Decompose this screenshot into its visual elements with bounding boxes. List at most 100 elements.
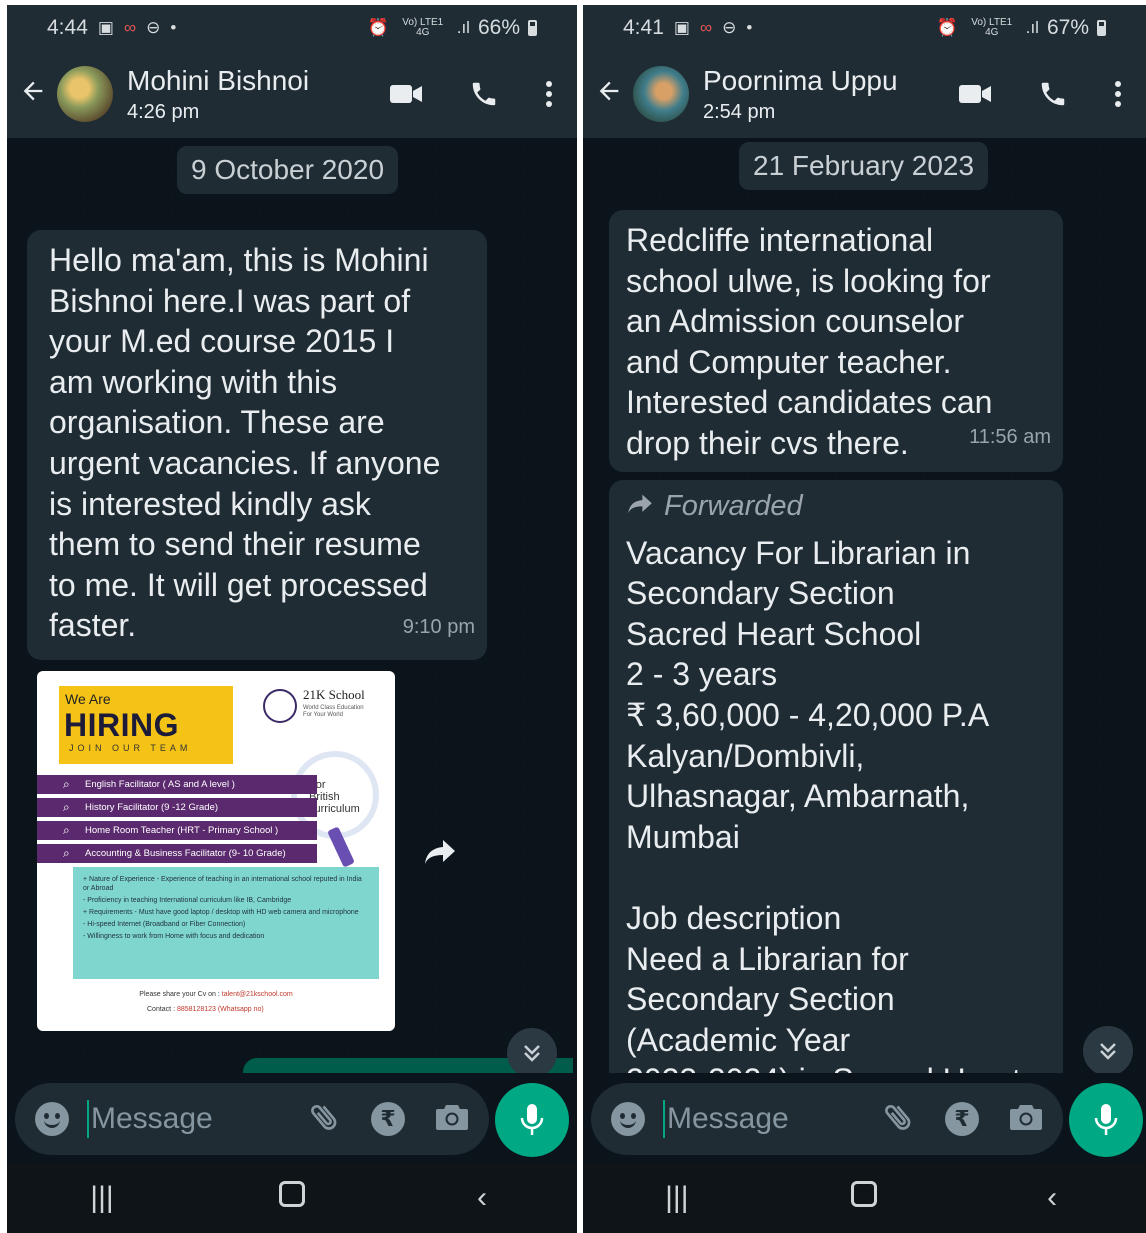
poster-requirement: - Hi-speed Internet (Broadband or Fiber … xyxy=(83,921,246,928)
emoji-icon[interactable] xyxy=(35,1102,69,1136)
poster-share-prefix: Please share your Cv on : xyxy=(139,991,220,998)
text-caret xyxy=(663,1100,665,1138)
battery-icon xyxy=(528,19,537,36)
text-caret xyxy=(87,1100,89,1138)
alarm-icon: ⏰ xyxy=(367,17,389,37)
hiring-poster-image[interactable]: We Are HIRING JOIN OUR TEAM 21K School W… xyxy=(37,671,395,1031)
poster-roles: English Facilitator ( AS and A level ) H… xyxy=(37,775,317,867)
rupee-icon[interactable]: ₹ xyxy=(371,1102,405,1136)
video-call-icon[interactable] xyxy=(958,82,992,106)
poster-requirement: + Requirements - Must have good laptop /… xyxy=(83,909,359,916)
home-icon[interactable] xyxy=(262,1181,322,1215)
message-time: 11:56 am xyxy=(969,426,1051,449)
emoji-icon[interactable] xyxy=(611,1102,645,1136)
message-list[interactable]: 21 February 2023 Redcliffe international… xyxy=(583,138,1146,1073)
poster-tagline: World Class Education For Your World xyxy=(303,705,364,718)
system-nav-bar: ||| ‹ xyxy=(7,1163,577,1233)
composer-bar: Message ₹ xyxy=(7,1073,577,1163)
battery-percent: 66% xyxy=(477,15,520,39)
school-logo-icon xyxy=(263,689,297,723)
poster-requirement: - Proficiency in teaching International … xyxy=(83,897,292,904)
chat-header: Poornima Uppu 2:54 pm xyxy=(583,50,1146,138)
chat-header: Mohini Bishnoi 4:26 pm xyxy=(7,50,577,138)
last-seen: 2:54 pm xyxy=(703,100,776,123)
message-input[interactable]: Message ₹ xyxy=(15,1083,489,1155)
camera-icon[interactable] xyxy=(1009,1102,1043,1137)
recents-icon[interactable]: ||| xyxy=(72,1181,132,1215)
message-placeholder: Message xyxy=(91,1102,213,1135)
poster-role: Home Room Teacher (HRT - Primary School … xyxy=(37,821,317,840)
poster-contact-line: Contact : 8858128123 (Whatsapp no) xyxy=(147,1006,264,1013)
gallery-notification-icon: ▣ xyxy=(673,17,690,37)
status-bar: 4:41 ▣ ∞ ⊖ • ⏰ Vo) LTE1 4G .ıl 67% xyxy=(583,5,1146,50)
back-nav-icon[interactable]: ‹ xyxy=(452,1181,512,1215)
mic-icon[interactable] xyxy=(1069,1083,1143,1157)
poster-we-are: We Are xyxy=(65,691,111,707)
dot-icon: • xyxy=(746,17,753,37)
voice-call-icon[interactable] xyxy=(1038,79,1068,109)
home-icon[interactable] xyxy=(834,1181,894,1215)
battery-percent: 67% xyxy=(1046,15,1089,39)
forwarded-message[interactable]: Forwarded Vacancy For Librarian in Secon… xyxy=(609,480,1063,1073)
forwarded-icon xyxy=(626,486,654,527)
chat-screen-mohini: 4:44 ▣ ∞ ⊖ • ⏰ Vo) LTE1 4G .ıl 66% Mohin… xyxy=(7,5,577,1233)
system-nav-bar: ||| ‹ xyxy=(583,1163,1146,1233)
avatar[interactable] xyxy=(633,66,689,122)
poster-school-name: 21K School xyxy=(303,687,365,702)
poster-hiring: HIRING xyxy=(64,707,179,743)
contact-name: Poornima Uppu xyxy=(703,64,898,96)
poster-role: English Facilitator ( AS and A level ) xyxy=(37,775,317,794)
camera-icon[interactable] xyxy=(435,1102,469,1137)
poster-share-line: Please share your Cv on : talent@21kscho… xyxy=(37,991,395,998)
incoming-message[interactable]: Redcliffe international school ulwe, is … xyxy=(609,210,1063,472)
signal-icon: .ıl xyxy=(1025,17,1039,37)
back-nav-icon[interactable]: ‹ xyxy=(1022,1181,1082,1215)
poster-requirement: - Willingness to work from Home with foc… xyxy=(83,933,265,940)
attach-icon[interactable] xyxy=(311,1100,341,1139)
message-text: Vacancy For Librarian in Secondary Secti… xyxy=(626,534,1021,1073)
status-bar: 4:44 ▣ ∞ ⊖ • ⏰ Vo) LTE1 4G .ıl 66% xyxy=(7,5,577,50)
scroll-down-icon[interactable] xyxy=(1083,1026,1133,1073)
composer-bar: Message ₹ xyxy=(583,1073,1146,1163)
back-arrow-icon[interactable] xyxy=(19,75,55,114)
poster-contact-prefix: Contact : xyxy=(147,1006,176,1013)
voice-call-icon[interactable] xyxy=(469,79,499,109)
date-separator: 9 October 2020 xyxy=(177,146,399,194)
poster-contact-number: 8858128123 (Whatsapp no) xyxy=(176,1006,264,1013)
dot-icon: • xyxy=(170,17,177,37)
gallery-notification-icon: ▣ xyxy=(97,17,114,37)
attach-icon[interactable] xyxy=(885,1100,915,1139)
avatar[interactable] xyxy=(57,66,113,122)
forwarded-label: Forwarded xyxy=(664,490,803,522)
back-arrow-icon[interactable] xyxy=(595,75,631,114)
app-notification-icon: ∞ xyxy=(123,17,137,37)
poster-requirements: + Nature of Experience - Experience of t… xyxy=(73,867,379,979)
alarm-icon: ⏰ xyxy=(936,17,958,37)
contact-info[interactable]: Mohini Bishnoi 4:26 pm xyxy=(127,65,309,124)
rupee-icon[interactable]: ₹ xyxy=(945,1102,979,1136)
message-text: Hello ma'am, this is Mohini Bishnoi here… xyxy=(49,242,441,644)
recents-icon[interactable]: ||| xyxy=(647,1181,707,1215)
poster-role: History Facilitator (9 -12 Grade) xyxy=(37,798,317,817)
poster-join: JOIN OUR TEAM xyxy=(69,743,192,753)
message-input[interactable]: Message ₹ xyxy=(591,1083,1063,1155)
scroll-down-icon[interactable] xyxy=(507,1028,557,1073)
signal-icon: .ıl xyxy=(456,17,470,37)
contact-name: Mohini Bishnoi xyxy=(127,64,310,96)
status-time: 4:44 xyxy=(47,15,88,39)
network-label: Vo) LTE1 4G xyxy=(402,16,444,38)
status-time: 4:41 xyxy=(623,15,664,39)
poster-requirement: + Nature of Experience - Experience of t… xyxy=(83,876,362,892)
contact-info[interactable]: Poornima Uppu 2:54 pm xyxy=(703,65,898,124)
more-options-icon[interactable] xyxy=(545,80,553,108)
forwarded-label-row: Forwarded xyxy=(626,486,1051,527)
sync-icon: ⊖ xyxy=(146,17,161,37)
poster-role: Accounting & Business Facilitator (9- 10… xyxy=(37,844,317,863)
more-options-icon[interactable] xyxy=(1114,80,1122,108)
message-list[interactable]: 9 October 2020 Hello ma'am, this is Mohi… xyxy=(7,138,577,1073)
date-separator: 21 February 2023 xyxy=(739,142,989,190)
mic-icon[interactable] xyxy=(495,1083,569,1157)
share-icon[interactable] xyxy=(423,838,457,871)
video-call-icon[interactable] xyxy=(389,82,423,106)
incoming-message[interactable]: Hello ma'am, this is Mohini Bishnoi here… xyxy=(27,230,487,660)
